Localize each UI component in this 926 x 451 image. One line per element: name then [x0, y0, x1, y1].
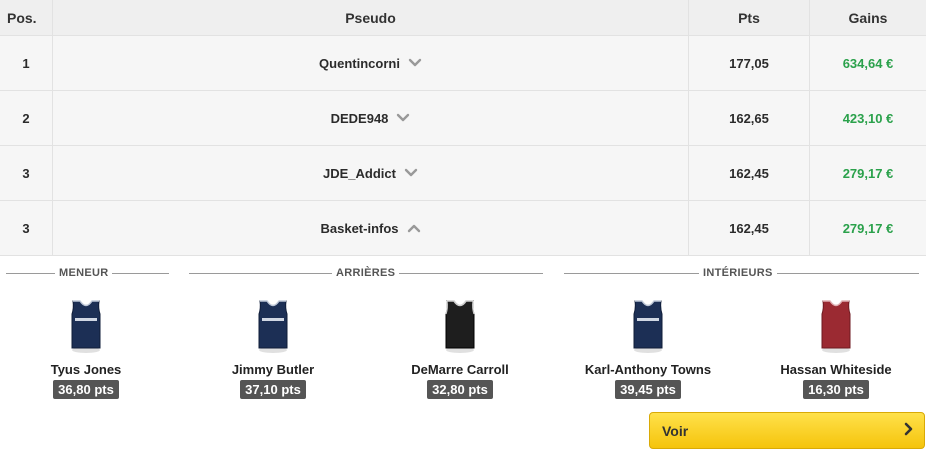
- row-gains: 279,17 €: [842, 165, 894, 181]
- chevron-down-icon[interactable]: [404, 168, 418, 178]
- player-card[interactable]: Karl-Anthony Towns 39,45 pts: [578, 298, 718, 399]
- player-name: DeMarre Carroll: [411, 362, 509, 377]
- voir-button[interactable]: Voir: [649, 412, 925, 449]
- player-card[interactable]: Jimmy Butler 37,10 pts: [203, 298, 343, 399]
- pseudo-label[interactable]: Basket-infos: [320, 221, 398, 236]
- row-pts: 162,45: [689, 146, 810, 200]
- divider: [112, 272, 169, 274]
- group-label-meneur: MENEUR: [59, 267, 109, 279]
- player-points-badge: 36,80 pts: [53, 380, 119, 399]
- row-pseudo[interactable]: Basket-infos: [53, 201, 689, 255]
- jersey-icon: [65, 298, 107, 354]
- player-card[interactable]: Hassan Whiteside 16,30 pts: [766, 298, 906, 399]
- chevron-right-icon: [904, 422, 914, 439]
- row-pts: 177,05: [689, 36, 810, 90]
- table-row: 3 Basket-infos 162,45 279,17 €: [0, 201, 926, 256]
- divider: [399, 272, 543, 274]
- player-name: Hassan Whiteside: [780, 362, 892, 377]
- group-label-arrieres: ARRIÈRES: [336, 267, 396, 279]
- player-card[interactable]: Tyus Jones 36,80 pts: [16, 298, 156, 399]
- player-points-badge: 16,30 pts: [803, 380, 869, 399]
- row-pseudo[interactable]: DEDE948: [53, 91, 689, 145]
- row-pos: 3: [0, 146, 53, 200]
- group-arrieres: ARRIÈRES: [189, 266, 543, 280]
- player-name: Jimmy Butler: [231, 362, 315, 377]
- player-card[interactable]: DeMarre Carroll 32,80 pts: [390, 298, 530, 399]
- player-points-badge: 37,10 pts: [240, 380, 306, 399]
- row-pos: 3: [0, 201, 53, 255]
- row-gains: 634,64 €: [842, 55, 894, 71]
- jersey-icon: [815, 298, 857, 354]
- row-pts: 162,65: [689, 91, 810, 145]
- table-row: 1 Quentincorni 177,05 634,64 €: [0, 36, 926, 91]
- header-pos: Pos.: [0, 0, 53, 35]
- header-pts: Pts: [689, 0, 810, 35]
- player-points-badge: 39,45 pts: [615, 380, 681, 399]
- divider: [776, 272, 919, 274]
- row-pos: 1: [0, 36, 53, 90]
- jersey-icon: [252, 298, 294, 354]
- chevron-down-icon[interactable]: [408, 58, 422, 68]
- divider: [564, 272, 699, 274]
- row-gains: 279,17 €: [842, 220, 894, 236]
- group-label-interieurs: INTÉRIEURS: [703, 267, 773, 279]
- player-points-badge: 32,80 pts: [427, 380, 493, 399]
- player-name: Tyus Jones: [50, 362, 122, 377]
- row-gains: 423,10 €: [842, 110, 894, 126]
- pseudo-label[interactable]: JDE_Addict: [323, 166, 396, 181]
- table-header: Pos. Pseudo Pts Gains: [0, 0, 926, 36]
- jersey-icon: [439, 298, 481, 354]
- table-row: 2 DEDE948 162,65 423,10 €: [0, 91, 926, 146]
- row-pseudo[interactable]: JDE_Addict: [53, 146, 689, 200]
- row-pos: 2: [0, 91, 53, 145]
- header-pseudo: Pseudo: [53, 0, 689, 35]
- divider: [189, 272, 332, 274]
- group-meneur: MENEUR: [6, 266, 169, 280]
- group-interieurs: INTÉRIEURS: [564, 266, 919, 280]
- jersey-icon: [627, 298, 669, 354]
- header-gains: Gains: [848, 9, 888, 26]
- row-pts: 162,45: [689, 201, 810, 255]
- voir-button-label: Voir: [662, 422, 689, 439]
- table-row: 3 JDE_Addict 162,45 279,17 €: [0, 146, 926, 201]
- pseudo-label[interactable]: Quentincorni: [319, 56, 400, 71]
- ranking-table: Pos. Pseudo Pts Gains 1 Quentincorni 177…: [0, 0, 926, 256]
- player-name: Karl-Anthony Towns: [584, 362, 712, 377]
- chevron-down-icon[interactable]: [396, 113, 410, 123]
- chevron-up-icon[interactable]: [407, 223, 421, 233]
- row-pseudo[interactable]: Quentincorni: [53, 36, 689, 90]
- divider: [6, 272, 55, 274]
- pseudo-label[interactable]: DEDE948: [331, 111, 389, 126]
